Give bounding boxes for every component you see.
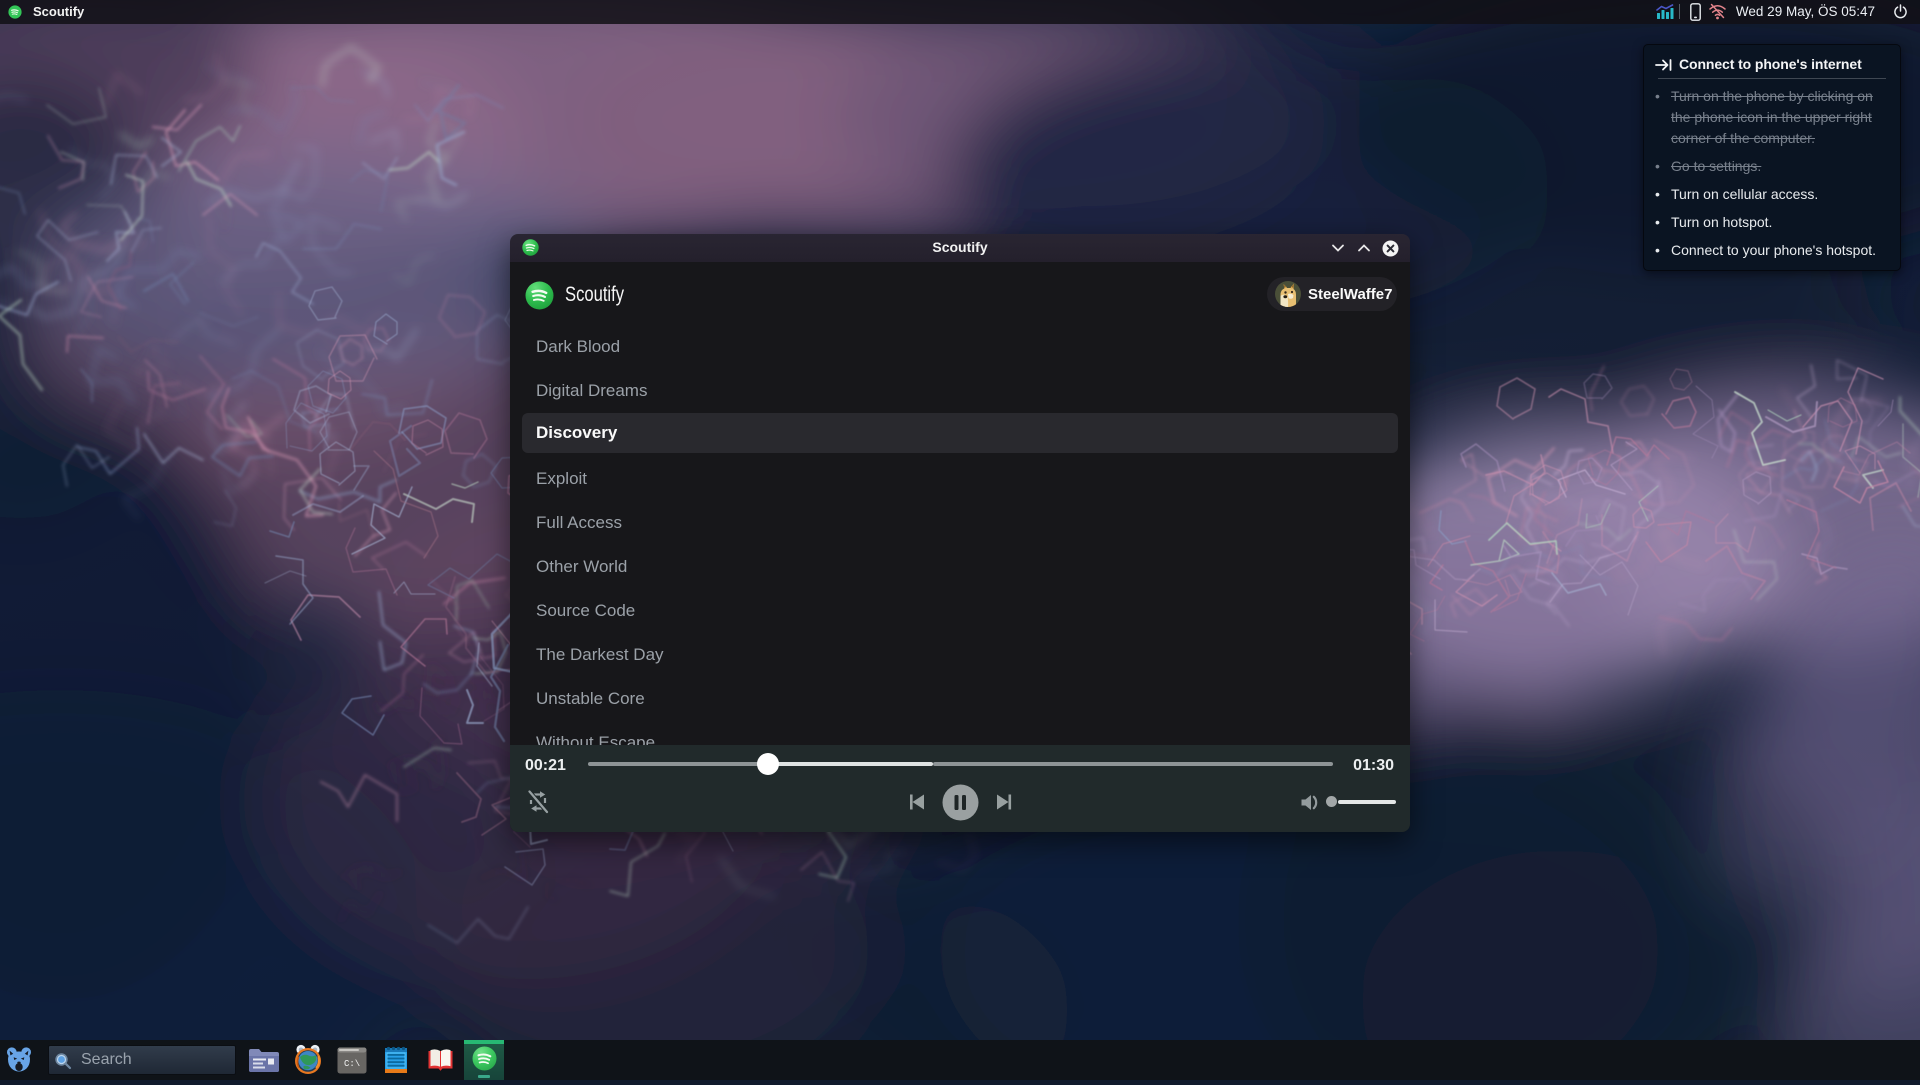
svg-text:C:\: C:\ bbox=[344, 1059, 360, 1069]
